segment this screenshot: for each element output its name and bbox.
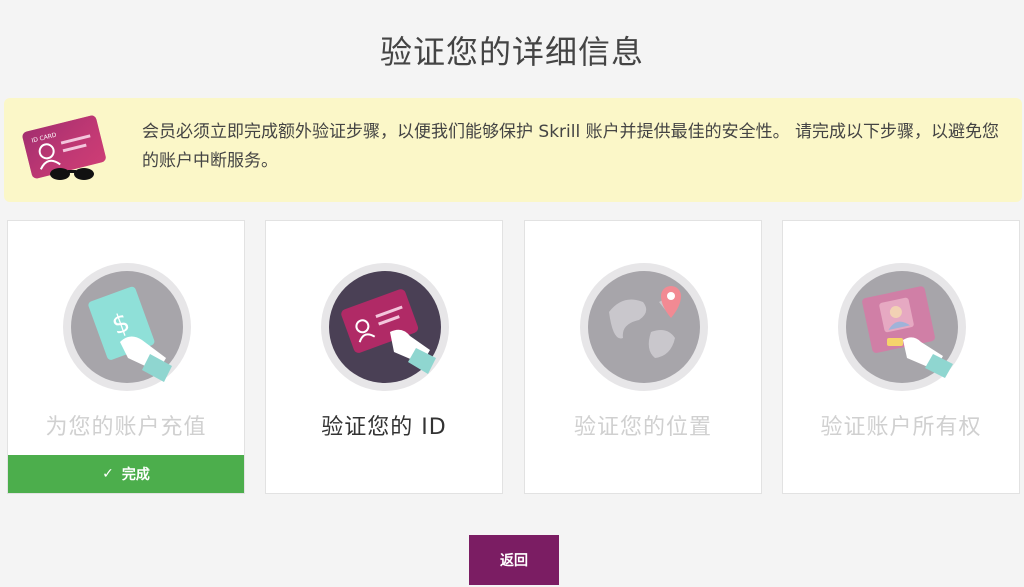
money-hand-icon: $ [63, 263, 191, 391]
step-card-verify-ownership[interactable]: 验证账户所有权 [782, 220, 1020, 494]
step-label: 验证您的 ID [321, 415, 447, 440]
step-card-top-up[interactable]: $ 为您的账户充值 ✓ 完成 [7, 220, 245, 494]
step-label: 为您的账户充值 [45, 415, 207, 440]
step-label: 验证账户所有权 [820, 415, 982, 440]
step-label: 验证您的位置 [573, 415, 712, 440]
page-title: 验证您的详细信息 [379, 33, 644, 72]
id-card-hand-icon [321, 263, 449, 391]
status-label: 完成 [121, 467, 150, 483]
back-button[interactable]: 返回 [469, 535, 559, 585]
id-card-sunglasses-icon: ID CARD [22, 115, 106, 180]
globe-location-icon [580, 263, 708, 391]
photo-card-hand-icon [838, 263, 966, 391]
notice-text: 会员必须立即完成额外验证步骤，以便我们能够保护 Skrill 账户并提供最佳的安… [142, 122, 1000, 171]
notice-banner: ID CARD 会员必须立即完成额外验证步骤，以便我们能够保护 Skrill 账… [4, 98, 1022, 202]
checkmark-icon: ✓ [102, 466, 114, 482]
step-card-verify-location[interactable]: 验证您的位置 [524, 220, 762, 494]
step-card-verify-id[interactable]: 验证您的 ID [265, 220, 503, 494]
status-badge: ✓ 完成 [8, 455, 244, 493]
